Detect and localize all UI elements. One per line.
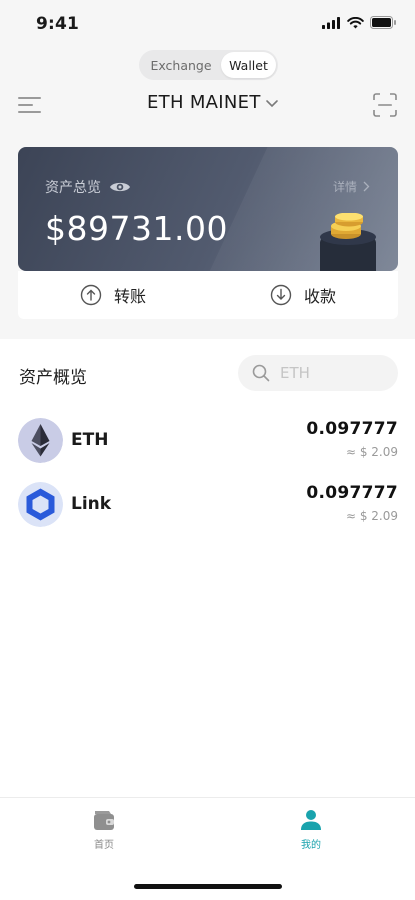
token-fiat-value: ≈ $ 2.09 [345, 509, 398, 523]
download-icon [270, 284, 292, 306]
asset-summary-card: 资产总览 详情 $89731.00 [18, 147, 398, 271]
detail-text: 详情 [332, 180, 357, 194]
search-icon [252, 364, 270, 382]
coin-stack-icon [320, 213, 376, 271]
status-icons [322, 16, 397, 29]
tab-home[interactable]: 首页 [74, 808, 134, 851]
tab-mine[interactable]: 我的 [281, 808, 341, 851]
segment-wallet[interactable]: Wallet [221, 52, 276, 78]
search-input[interactable] [280, 364, 380, 382]
home-indicator [134, 884, 282, 889]
wallet-actions: 转账 收款 [18, 271, 398, 319]
token-name: ETH [71, 430, 109, 450]
token-fiat-value: ≈ $ 2.09 [345, 445, 398, 459]
chevron-down-icon [265, 99, 278, 107]
scan-icon [373, 93, 397, 117]
menu-button[interactable] [18, 95, 42, 115]
transfer-button[interactable]: 转账 [18, 271, 208, 319]
receive-button[interactable]: 收款 [208, 271, 398, 319]
upload-icon [80, 284, 102, 306]
token-search [238, 355, 398, 391]
scan-button[interactable] [373, 93, 397, 117]
tab-mine-label: 我的 [301, 840, 321, 851]
overview-title: 资产概览 [19, 368, 87, 388]
status-time: 9:41 [36, 14, 80, 34]
battery-icon [370, 16, 396, 29]
token-row-link[interactable]: Link 0.097777 ≈ $ 2.09 [0, 477, 415, 529]
token-row-eth[interactable]: ETH 0.097777 ≈ $ 2.09 [0, 413, 415, 465]
user-icon [301, 810, 321, 830]
network-label: ETH MAINET [147, 92, 261, 113]
menu-icon [18, 97, 41, 113]
ethereum-icon [18, 418, 63, 463]
status-bar: 9:41 [0, 0, 415, 48]
eye-icon[interactable] [109, 180, 131, 194]
total-assets-text: 资产总览 [45, 180, 101, 196]
token-amount: 0.097777 [306, 483, 398, 503]
wifi-icon [347, 16, 364, 28]
cellular-signal-icon [322, 16, 340, 29]
mode-segmented-control: Exchange Wallet [139, 50, 278, 80]
transfer-label: 转账 [113, 287, 146, 306]
network-selector[interactable]: ETH MAINET [147, 92, 279, 113]
asset-overview: 资产概览 ETH 0.097777 ≈ $ 2.09 [0, 339, 415, 797]
chainlink-icon [18, 482, 63, 527]
token-amount: 0.097777 [306, 419, 398, 439]
receive-label: 收款 [303, 287, 336, 306]
segment-exchange[interactable]: Exchange [141, 52, 221, 78]
detail-link[interactable]: 详情 [333, 178, 370, 195]
wallet-screen: 9:41 Exchange Wallet ETH MAINET 资产总览 详情 … [0, 0, 415, 900]
token-name: Link [71, 494, 112, 514]
total-assets-amount: $89731.00 [45, 209, 228, 248]
chevron-right-icon [363, 181, 370, 192]
total-assets-label: 资产总览 [45, 177, 131, 197]
tab-home-label: 首页 [94, 840, 114, 851]
wallet-icon [94, 811, 114, 830]
